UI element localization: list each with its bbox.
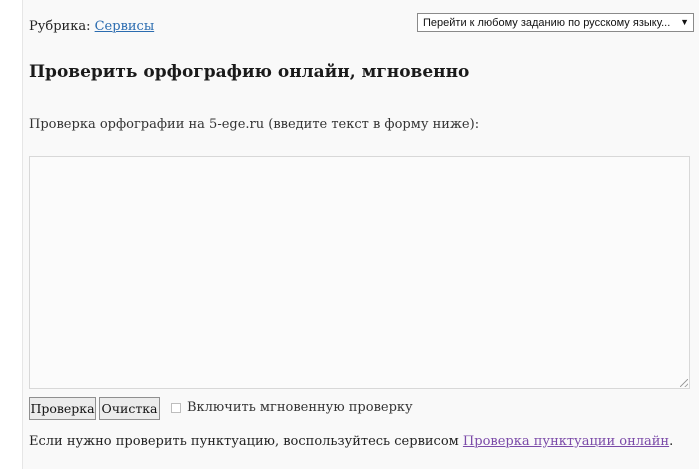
check-button[interactable]: Проверка xyxy=(29,397,96,420)
punctuation-note-text: Если нужно проверить пунктуацию, восполь… xyxy=(29,434,459,449)
spellcheck-textarea[interactable] xyxy=(29,156,690,389)
rubric-label: Рубрика: xyxy=(29,19,91,34)
instant-check-option[interactable]: Включить мгновенную проверку xyxy=(171,400,413,415)
rubric-link[interactable]: Сервисы xyxy=(95,19,155,34)
task-jump-select[interactable]: Перейти к любому заданию по русскому язы… xyxy=(417,13,694,32)
task-jump-select-value: Перейти к любому заданию по русскому язы… xyxy=(423,16,671,29)
instant-check-label: Включить мгновенную проверку xyxy=(187,400,413,415)
rubric: Рубрика: Сервисы xyxy=(29,19,154,34)
chevron-down-icon: ▼ xyxy=(680,17,689,27)
page-title: Проверить орфографию онлайн, мгновенно xyxy=(29,62,470,82)
instant-check-checkbox[interactable] xyxy=(171,402,181,413)
intro-text: Проверка орфографии на 5-ege.ru (введите… xyxy=(29,117,480,132)
content-panel: Рубрика: Сервисы Перейти к любому задани… xyxy=(22,0,699,469)
resize-handle-icon[interactable] xyxy=(680,379,688,387)
punctuation-note-end: . xyxy=(669,434,674,449)
punctuation-note: Если нужно проверить пунктуацию, восполь… xyxy=(29,434,673,449)
punctuation-check-link[interactable]: Проверка пунктуации онлайн xyxy=(463,434,669,449)
clear-button[interactable]: Очистка xyxy=(99,397,160,420)
